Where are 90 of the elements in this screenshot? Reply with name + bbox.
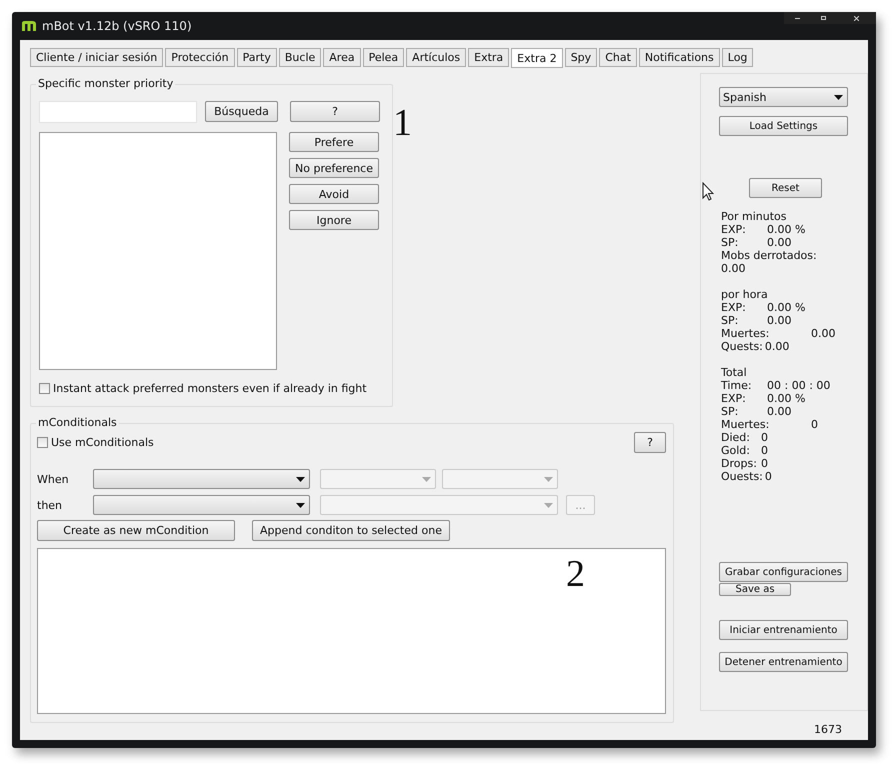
checkbox-label: Instant attack preferred monsters even if already in fight	[53, 382, 367, 395]
minimize-icon	[794, 17, 800, 19]
stat-label: EXP:	[721, 301, 747, 314]
stat-label: Gold:	[721, 444, 751, 457]
priority-button[interactable]: Prefere	[289, 132, 379, 152]
stat-value: 0.00	[767, 236, 792, 249]
tab[interactable]: Spy	[564, 48, 598, 67]
stat-label: Muertes:	[721, 327, 770, 340]
close-button[interactable]	[836, 12, 876, 24]
annotation-number: 2	[566, 555, 585, 593]
dropdown-arrow-icon	[296, 502, 305, 508]
stat-value: 0.00	[767, 405, 792, 418]
create-condition-button[interactable]: Create as new mCondition	[37, 520, 235, 541]
stat-value: 0.00 %	[767, 392, 806, 405]
stat-value: 0	[761, 457, 768, 470]
stat-label: SP:	[721, 405, 740, 418]
tab[interactable]: Artículos	[406, 48, 466, 67]
app-logo-icon	[22, 21, 36, 31]
tab[interactable]: Party	[236, 48, 277, 67]
stat-label: Quests:	[721, 340, 763, 353]
tab[interactable]: Notifications	[638, 48, 720, 67]
conditions-list[interactable]: 2	[37, 548, 666, 714]
stat-value: 0	[761, 431, 768, 444]
mouse-cursor-icon	[702, 182, 714, 201]
then-label: then	[37, 498, 64, 512]
stat-value: 0	[811, 418, 818, 431]
stat-value: 0.00	[721, 262, 746, 275]
stat-value: 0	[761, 444, 768, 457]
reset-button[interactable]: Reset	[749, 178, 822, 198]
tab[interactable]: Protección	[165, 48, 235, 67]
tab[interactable]: Pelea	[362, 48, 404, 67]
priority-button[interactable]: Ignore	[289, 210, 379, 230]
tab[interactable]: Bucle	[278, 48, 322, 67]
tab[interactable]: Extra	[468, 48, 510, 67]
language-dropdown[interactable]: Spanish	[719, 87, 848, 107]
checkbox[interactable]	[37, 437, 48, 448]
save-settings-button[interactable]: Grabar configuraciones	[719, 562, 848, 582]
stat-value: 0.00	[764, 340, 790, 353]
tab[interactable]: Log	[722, 48, 754, 67]
tab[interactable]: Chat	[599, 48, 637, 67]
stat-value: 0.00 %	[767, 223, 806, 236]
dropdown-arrow-icon	[544, 502, 553, 508]
group-title: Specific monster priority	[36, 77, 176, 90]
priority-button[interactable]: Avoid	[289, 184, 379, 204]
stat-label: Muertes:	[721, 418, 770, 431]
stat-value: 00 : 00 : 00	[767, 379, 830, 392]
stat-value: 0.00	[811, 327, 836, 340]
dropdown-arrow-icon	[422, 476, 431, 482]
stat-label: SP:	[721, 314, 740, 327]
stat-label: Mobs derrotados:	[721, 249, 818, 262]
annotation-number: 1	[393, 104, 412, 146]
stat-value: 0.00	[767, 314, 792, 327]
priority-button[interactable]: No preference	[289, 158, 379, 178]
stat-label: Ouests:	[721, 470, 763, 483]
stat-value: 0.00 %	[767, 301, 806, 314]
tab[interactable]: Extra 2	[511, 48, 563, 68]
stat-label: EXP:	[721, 223, 747, 236]
dropdown-arrow-icon	[834, 94, 843, 100]
when-label: When	[37, 472, 70, 486]
group-title: mConditionals	[36, 416, 119, 429]
stat-value: 0	[764, 470, 772, 483]
stop-training-button[interactable]: Detener entrenamiento	[719, 652, 848, 672]
tab[interactable]: Cliente / iniciar sesión	[30, 48, 164, 67]
checkbox[interactable]	[39, 383, 50, 394]
search-button[interactable]: Búsqueda	[205, 101, 278, 122]
help-button[interactable]: ?	[290, 101, 380, 122]
maximize-icon	[820, 16, 826, 20]
dropdown-arrow-icon	[296, 476, 305, 482]
stat-label: EXP:	[721, 392, 747, 405]
stats-heading: por hora	[721, 288, 769, 301]
tab[interactable]: Area	[323, 48, 361, 67]
search-field[interactable]	[39, 101, 197, 123]
window-title: mBot v1.12b (vSRO 110)	[42, 19, 192, 33]
append-condition-button[interactable]: Append conditon to selected one	[252, 520, 450, 541]
stats-heading: Total	[721, 366, 748, 379]
stats-heading: Por minutos	[721, 210, 788, 223]
condition-dropdown[interactable]	[93, 469, 310, 489]
stat-label: SP:	[721, 236, 740, 249]
status-count: 1673	[814, 723, 842, 736]
stat-label: Drops:	[721, 457, 758, 470]
save-as-button[interactable]: Save as	[719, 583, 791, 596]
stat-label: Time:	[721, 379, 753, 392]
dropdown-arrow-icon	[544, 476, 553, 482]
action-dropdown[interactable]	[93, 495, 310, 515]
start-training-button[interactable]: Iniciar entrenamiento	[719, 620, 848, 640]
load-settings-button[interactable]: Load Settings	[719, 116, 848, 136]
close-icon	[854, 16, 858, 20]
stat-label: Died:	[721, 431, 751, 444]
help-button[interactable]: ?	[634, 432, 666, 453]
checkbox-label: Use mConditionals	[51, 436, 154, 449]
